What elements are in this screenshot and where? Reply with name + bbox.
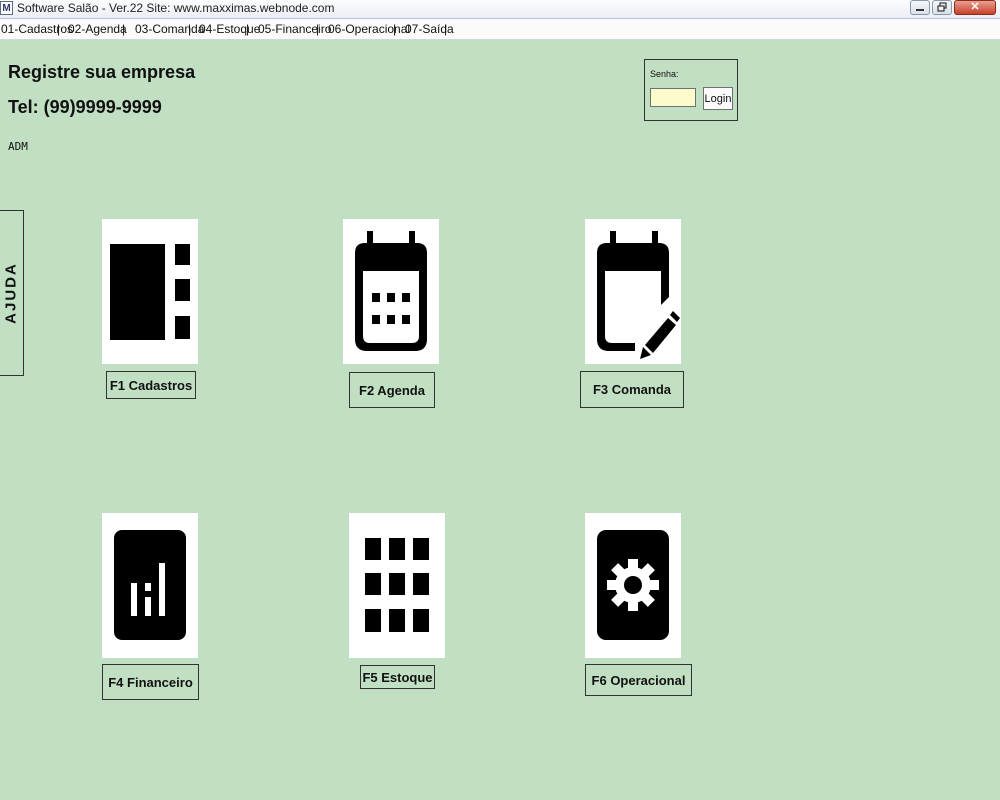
help-tab[interactable]: AJUDA <box>0 210 24 376</box>
financeiro-tile[interactable] <box>102 513 198 658</box>
menu-item-operacional[interactable]: 06-Operacional <box>328 22 410 36</box>
close-button[interactable]: ✕ <box>954 0 996 15</box>
company-phone: Tel: (99)9999-9999 <box>8 97 162 117</box>
minimize-icon <box>916 9 924 11</box>
password-label: Senha: <box>650 69 679 79</box>
calendar-edit-icon <box>597 231 680 359</box>
window-title: Software Salão - Ver.22 Site: www.maxxim… <box>17 1 335 15</box>
menu-item-estoque[interactable]: 04-Estoque <box>199 22 260 36</box>
app-icon: M <box>0 1 13 15</box>
cadastros-button[interactable]: F1 Cadastros <box>106 371 196 399</box>
help-tab-label: AJUDA <box>2 262 20 324</box>
window-controls: ✕ <box>910 0 996 15</box>
agenda-tile[interactable] <box>343 219 439 364</box>
financeiro-button[interactable]: F4 Financeiro <box>102 664 199 700</box>
operacional-button[interactable]: F6 Operacional <box>585 664 692 696</box>
signal-bars-icon <box>114 530 186 640</box>
menu-separator: | <box>188 22 192 36</box>
operacional-tile[interactable] <box>585 513 681 658</box>
menu-bar: 01-Cadastros | 02-Agenda | 03-Comanda | … <box>0 19 1000 40</box>
menu-item-cadastros[interactable]: 01-Cadastros <box>1 22 73 36</box>
restore-icon <box>937 2 947 12</box>
menu-separator: | <box>393 22 397 36</box>
title-bar: M Software Salão - Ver.22 Site: www.maxx… <box>0 0 1000 19</box>
menu-item-financeiro[interactable]: 05-Financeiro <box>258 22 331 36</box>
restore-button[interactable] <box>932 0 952 15</box>
menu-separator: | <box>57 22 61 36</box>
menu-separator: | <box>444 22 448 36</box>
menu-item-comanda[interactable]: 03-Comanda <box>135 22 204 36</box>
menu-item-agenda[interactable]: 02-Agenda <box>68 22 127 36</box>
password-input[interactable] <box>650 88 696 107</box>
menu-separator: | <box>246 22 250 36</box>
minimize-button[interactable] <box>910 0 930 15</box>
gear-icon <box>597 530 669 640</box>
grid-icon <box>365 538 429 632</box>
close-icon: ✕ <box>970 1 980 13</box>
comanda-button[interactable]: F3 Comanda <box>580 371 684 408</box>
company-name: Registre sua empresa <box>8 62 196 82</box>
user-label: ADM <box>8 140 28 153</box>
login-panel: Senha: Login <box>644 59 738 121</box>
estoque-tile[interactable] <box>349 513 445 658</box>
cadastros-tile[interactable] <box>102 219 198 364</box>
calendar-icon <box>355 231 427 351</box>
menu-separator: | <box>316 22 320 36</box>
list-icon <box>110 244 190 340</box>
menu-separator: | <box>122 22 126 36</box>
agenda-button[interactable]: F2 Agenda <box>349 372 435 408</box>
comanda-tile[interactable] <box>585 219 681 364</box>
estoque-button[interactable]: F5 Estoque <box>360 665 435 689</box>
login-button[interactable]: Login <box>703 87 733 110</box>
